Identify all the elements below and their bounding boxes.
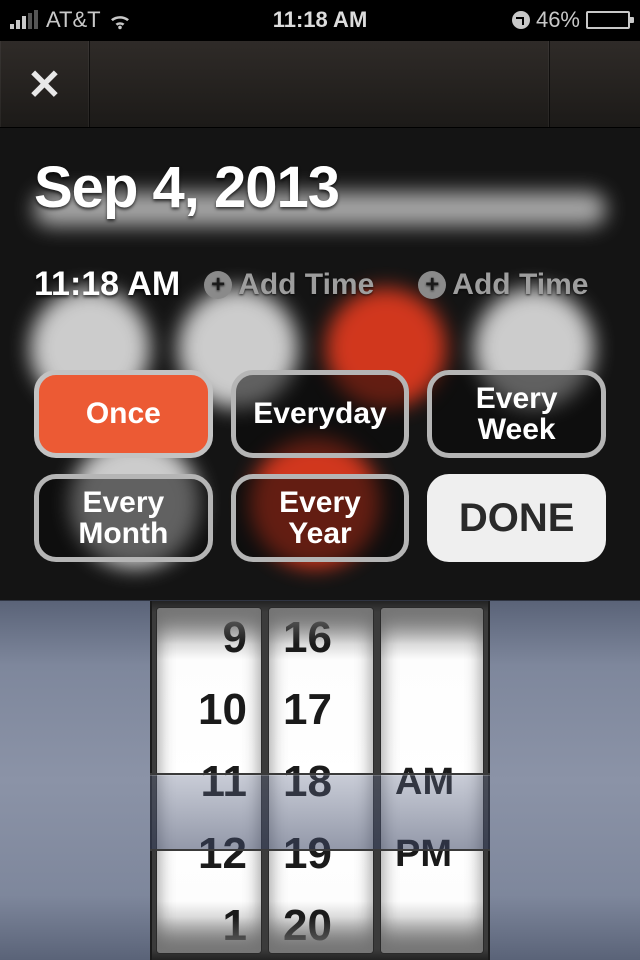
- picker-item: 19: [269, 818, 373, 890]
- battery-icon: [586, 11, 630, 29]
- carrier-label: AT&T: [46, 7, 101, 33]
- minute-wheel[interactable]: 16 17 18 19 20: [268, 607, 374, 954]
- add-time-button-1[interactable]: + Add Time: [204, 268, 374, 302]
- nav-right-area: [550, 41, 640, 127]
- picker-item: [381, 674, 483, 746]
- picker-item: 18: [269, 746, 373, 818]
- picker-item: 16: [269, 607, 373, 674]
- plus-icon: +: [204, 271, 232, 299]
- hour-wheel[interactable]: 9 10 11 12 1: [156, 607, 262, 954]
- freq-every-month[interactable]: Every Month: [34, 474, 213, 562]
- signal-icon: [10, 11, 38, 29]
- freq-once[interactable]: Once: [34, 370, 213, 458]
- wifi-icon: [109, 11, 131, 29]
- nav-bar: ✕: [0, 40, 640, 128]
- freq-every-week[interactable]: Every Week: [427, 370, 606, 458]
- picker-item: [381, 890, 483, 954]
- done-button[interactable]: DONE: [427, 474, 606, 562]
- nav-title-area: [90, 41, 550, 127]
- add-time-label: Add Time: [238, 268, 374, 302]
- close-button[interactable]: ✕: [0, 41, 90, 127]
- close-icon: ✕: [27, 60, 62, 109]
- battery-pct: 46%: [536, 7, 580, 33]
- time-row: 11:18 AM + Add Time + Add Time: [34, 265, 606, 304]
- ampm-wheel[interactable]: AM PM: [380, 607, 484, 954]
- picker-item: 17: [269, 674, 373, 746]
- content-area: Sep 4, 2013 11:18 AM + Add Time + Add Ti…: [0, 128, 640, 600]
- alarm-icon: [512, 11, 530, 29]
- picker-item: PM: [381, 818, 483, 890]
- status-right: 46%: [430, 7, 630, 33]
- time-value[interactable]: 11:18 AM: [34, 265, 180, 304]
- plus-icon: +: [418, 271, 446, 299]
- picker-item: 11: [157, 746, 261, 818]
- date-title: Sep 4, 2013: [34, 154, 606, 221]
- frequency-grid: Once Everyday Every Week Every Month Eve…: [34, 370, 606, 562]
- status-time: 11:18 AM: [210, 7, 430, 33]
- status-left: AT&T: [10, 7, 210, 33]
- picker-item: AM: [381, 746, 483, 818]
- picker-item: 10: [157, 674, 261, 746]
- time-picker: 9 10 11 12 1 16 17 18 19 20 AM P: [0, 600, 640, 960]
- picker-item: 1: [157, 890, 261, 954]
- freq-every-year[interactable]: Every Year: [231, 474, 410, 562]
- status-bar: AT&T 11:18 AM 46%: [0, 0, 640, 40]
- picker-item: 12: [157, 818, 261, 890]
- freq-everyday[interactable]: Everyday: [231, 370, 410, 458]
- picker-item: 20: [269, 890, 373, 954]
- picker-item: [381, 607, 483, 674]
- add-time-label: Add Time: [452, 268, 588, 302]
- add-time-button-2[interactable]: + Add Time: [418, 268, 588, 302]
- picker-item: 9: [157, 607, 261, 674]
